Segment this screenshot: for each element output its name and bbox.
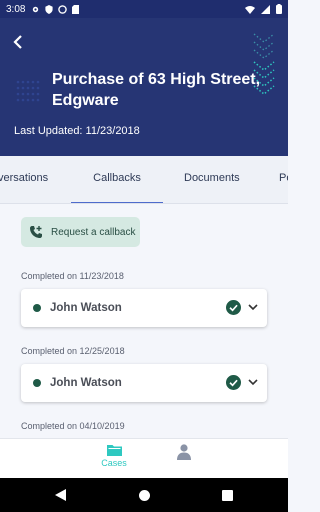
status-dot <box>33 379 41 387</box>
back-button[interactable] <box>8 32 28 52</box>
check-circle-icon <box>226 375 241 390</box>
phone-callback-icon <box>30 226 42 238</box>
case-header: Purchase of 63 High Street, Edgware Last… <box>0 18 288 156</box>
nav-recents-button[interactable] <box>222 488 233 506</box>
folder-icon <box>106 445 122 456</box>
tab-conversations[interactable]: versations <box>0 156 48 203</box>
completed-date-label: Completed on 11/23/2018 <box>21 271 124 281</box>
last-updated-text: Last Updated: 11/23/2018 <box>14 125 140 137</box>
wifi-icon <box>245 5 255 14</box>
nav-home-button[interactable] <box>139 488 150 506</box>
check-circle-icon <box>226 300 241 315</box>
nav-cases[interactable]: Cases <box>100 444 128 468</box>
tab-documents[interactable]: Documents <box>184 156 240 203</box>
chevron-down-icon[interactable] <box>248 303 258 311</box>
back-arrow-icon <box>13 35 22 49</box>
case-tabs: versations Callbacks Documents Pe <box>0 156 288 204</box>
settings-icon <box>33 6 39 12</box>
callbacks-list: Request a callback Completed on 11/23/20… <box>0 204 288 438</box>
status-time: 3:08 <box>6 3 26 15</box>
system-navigation-bar <box>0 478 288 512</box>
case-title: Purchase of 63 High Street, Edgware <box>52 71 261 109</box>
status-system-icons <box>245 4 282 14</box>
completed-date-label: Completed on 04/10/2019 <box>21 421 125 431</box>
bottom-navigation: Cases <box>0 438 288 478</box>
shield-icon <box>45 4 54 14</box>
callback-contact-name: John Watson <box>50 302 122 314</box>
callback-contact-name: John Watson <box>50 377 122 389</box>
sync-icon <box>58 4 68 14</box>
battery-icon <box>276 4 282 14</box>
callback-card[interactable]: John Watson <box>21 289 267 327</box>
status-dot <box>33 304 41 312</box>
decorative-dots-icon <box>16 80 40 102</box>
status-bar: 3:08 <box>0 0 288 18</box>
callback-card[interactable]: John Watson <box>21 364 267 402</box>
signal-icon <box>261 4 270 14</box>
request-callback-button[interactable]: Request a callback <box>21 217 140 247</box>
tab-callbacks[interactable]: Callbacks <box>71 156 163 203</box>
chevron-down-icon[interactable] <box>248 378 258 386</box>
tab-people[interactable]: Pe <box>279 156 288 203</box>
nav-back-button[interactable] <box>55 488 66 506</box>
person-icon <box>177 444 191 460</box>
square-recents-icon <box>222 490 233 501</box>
status-notification-icons <box>31 4 80 14</box>
request-callback-label: Request a callback <box>51 226 136 238</box>
circle-home-icon <box>139 490 150 501</box>
nav-cases-label: Cases <box>101 458 127 468</box>
nav-profile[interactable] <box>172 444 196 460</box>
completed-date-label: Completed on 12/25/2018 <box>21 346 125 356</box>
triangle-back-icon <box>55 489 66 501</box>
sd-card-icon <box>72 4 80 14</box>
